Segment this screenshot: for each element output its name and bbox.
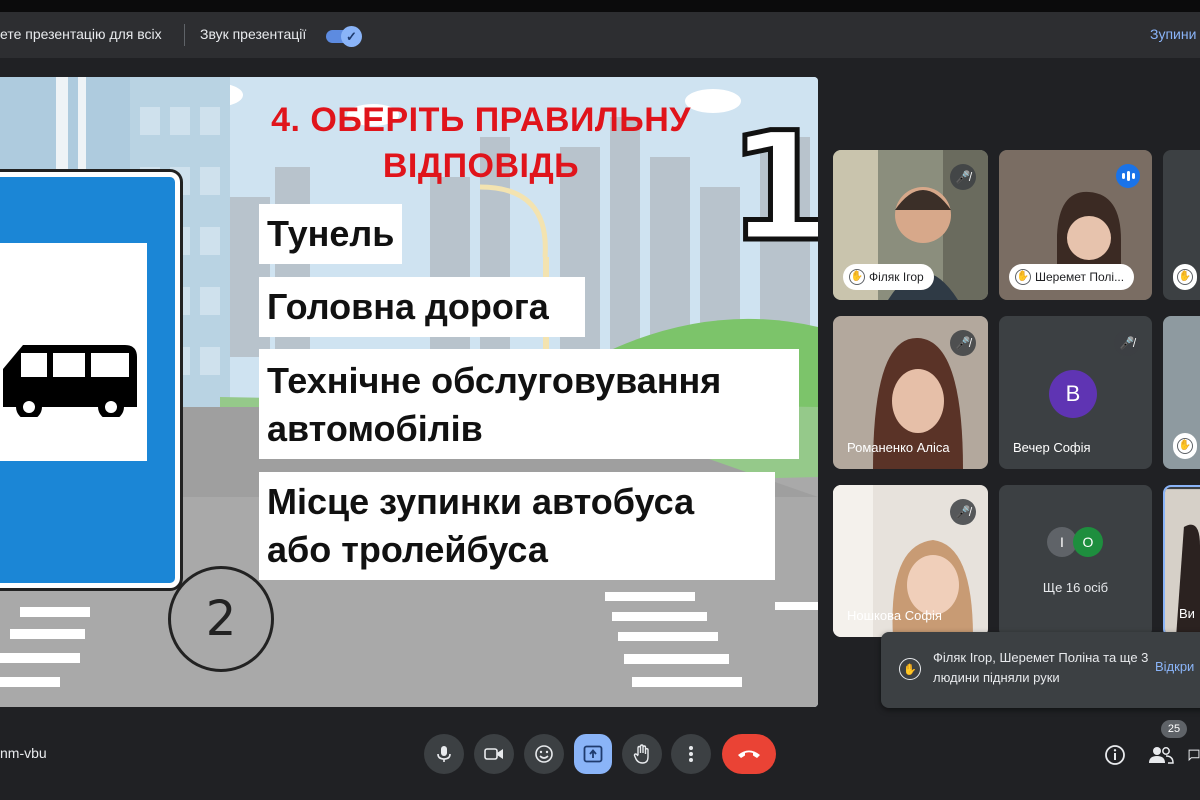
people-button[interactable] [1146,740,1176,770]
participant-tile[interactable]: ✋ [1163,150,1200,300]
participant-name: ✋ [1173,264,1197,290]
answer-option-2: Головна дорога [259,277,585,337]
slide-number-two: 2 [168,566,274,672]
avatar: В [1049,370,1097,418]
raise-hand-icon [633,744,649,764]
more-participants-label: Ще 16 осіб [1042,580,1109,595]
present-now-button[interactable] [574,734,612,774]
participant-name: ✋ [1173,433,1197,459]
participant-tile[interactable]: ✋ [1163,316,1200,469]
presentation-bar: ете презентацію для всіх Звук презентаці… [0,12,1200,58]
notification-text: Філяк Ігор, Шеремет Поліна та ще 3 людин… [933,650,1149,685]
answer-option-3: Технічне обслуговування автомобілів [259,349,799,459]
participant-tile[interactable]: 🎤̸ В Вечер Софія [999,316,1152,469]
camera-icon [484,748,503,760]
answer-option-1: Тунель [259,204,403,264]
participant-name-text: Філяк Ігор [869,270,924,284]
divider [184,24,185,46]
mic-off-icon: 🎤̸ [950,499,976,525]
participant-tile[interactable]: ✋ Шеремет Полі... [999,150,1152,300]
people-icon [1149,747,1174,764]
window-top-strip [0,0,1200,12]
answer-option-4: Місце зупинки автобуса або тролейбуса [259,472,775,580]
raised-hands-notification: ✋ Філяк Ігор, Шеремет Поліна та ще 3 люд… [881,632,1200,708]
bus-stop-sign [0,172,180,588]
participant-name-text: Шеремет Полі... [1035,270,1125,284]
participant-name: Ношкова Софія [847,608,942,623]
checkmark-icon: ✓ [341,26,362,47]
raised-hand-icon: ✋ [1177,438,1193,454]
self-view-tile[interactable]: Ви [1163,485,1200,637]
participant-name: Вечер Софія [1013,440,1091,455]
more-participants-tile[interactable]: І О Ще 16 осіб [999,485,1152,637]
leave-call-button[interactable] [722,734,776,774]
raised-hand-icon: ✋ [1177,269,1193,285]
participant-tile[interactable]: 🎤̸ Романенко Аліса [833,316,988,469]
slide-number-one: 1 [725,101,818,275]
presentation-sound-label: Звук презентації [200,26,307,42]
presenting-label: ете презентацію для всіх [0,26,162,42]
microphone-button[interactable] [424,734,464,774]
raised-hand-icon: ✋ [849,269,865,285]
mic-icon [437,746,451,762]
participant-name: Романенко Аліса [847,440,950,455]
chat-icon [1188,749,1200,762]
open-queue-button[interactable]: Відкри [1155,659,1194,674]
stop-presenting-button[interactable]: Зупини [1150,26,1196,42]
speaking-indicator-icon [1116,164,1140,188]
present-icon [583,745,603,763]
participant-name: ✋ Шеремет Полі... [1009,264,1135,290]
chat-button[interactable] [1188,740,1200,770]
leave-call-icon [738,750,760,758]
participant-count-badge: 25 [1161,720,1187,738]
meeting-details-button[interactable] [1100,740,1130,770]
bus-icon [3,345,137,417]
presentation-slide: 4. ОБЕРІТЬ ПРАВИЛЬНУ ВІДПОВІДЬ 1 Тунель … [0,77,818,707]
mic-off-icon: 🎤̸ [950,164,976,190]
camera-button[interactable] [474,734,514,774]
meeting-code: nm-vbu [0,745,47,761]
reactions-button[interactable] [524,734,564,774]
more-options-button[interactable] [671,734,711,774]
more-options-icon [689,746,693,762]
slide-title: 4. ОБЕРІТЬ ПРАВИЛЬНУ ВІДПОВІДЬ [271,101,691,185]
mic-off-icon: 🎤̸ [1114,330,1140,356]
raised-hand-icon: ✋ [899,658,921,680]
participant-tile[interactable]: 🎤̸ ✋ Філяк Ігор [833,150,988,300]
raise-hand-button[interactable] [622,734,662,774]
participant-tile[interactable]: 🎤̸ Ношкова Софія [833,485,988,637]
mic-off-icon: 🎤̸ [950,330,976,356]
avatar: О [1073,527,1103,557]
raised-hand-icon: ✋ [1015,269,1031,285]
presentation-sound-toggle[interactable]: ✓ [326,25,362,47]
emoji-icon [535,745,553,763]
participant-name: ✋ Філяк Ігор [843,264,934,290]
avatar-group: І О [1047,527,1103,557]
info-icon [1105,745,1125,765]
participant-name: Ви [1179,606,1195,621]
